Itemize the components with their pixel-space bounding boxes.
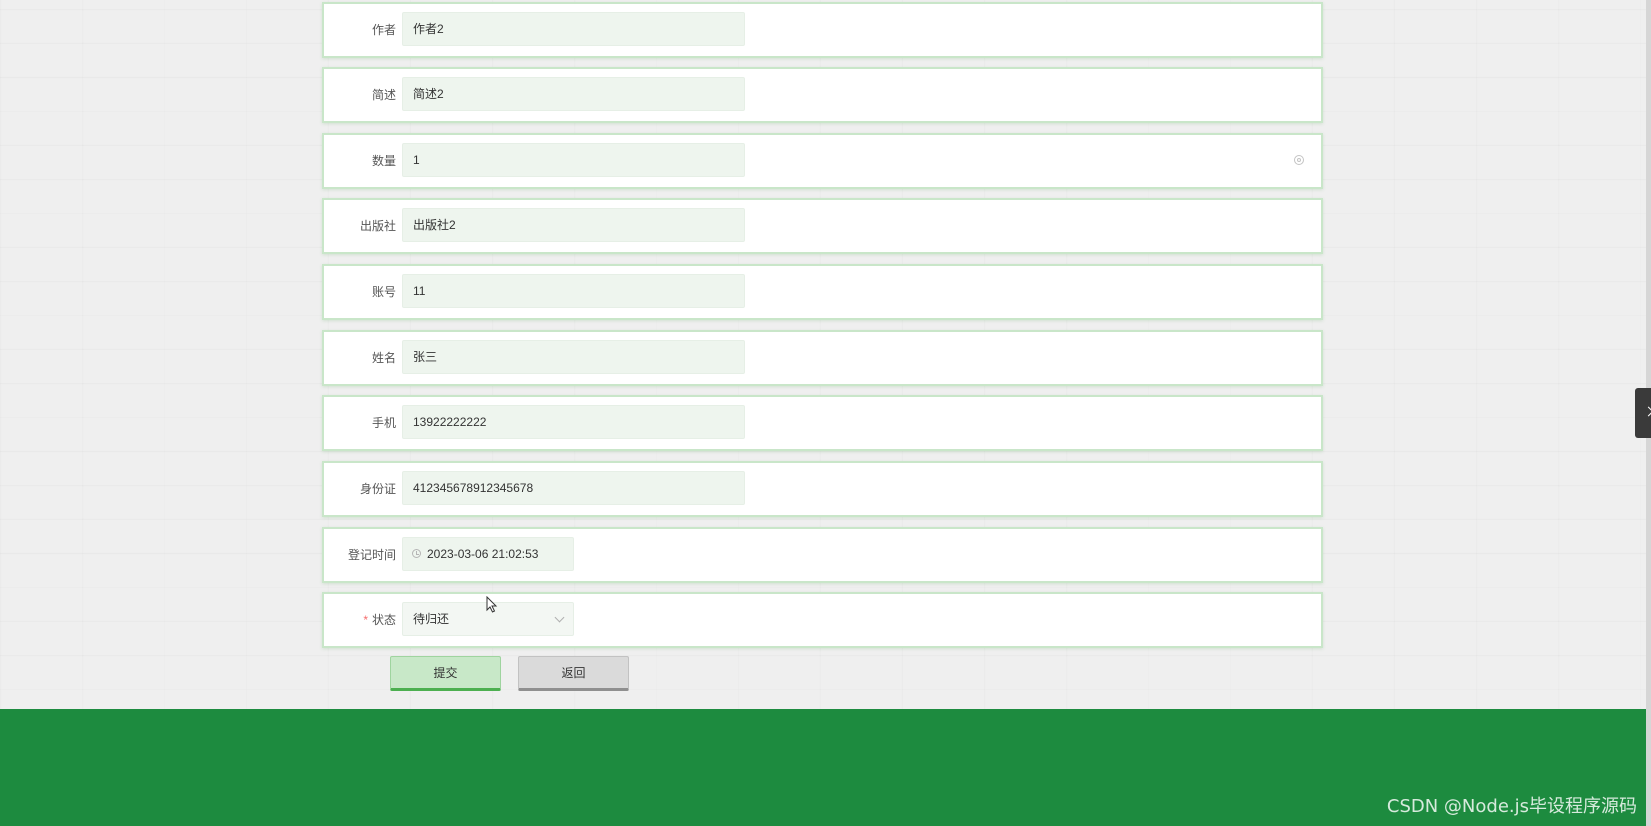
status-label-text: 状态: [371, 613, 396, 627]
summary-label: 简述: [371, 88, 396, 102]
name-input[interactable]: 张三: [402, 340, 745, 374]
form-row-phone: 手机 13922222222: [322, 395, 1323, 451]
register-time-picker[interactable]: 2023-03-06 21:02:53: [402, 537, 574, 571]
stepper-icon[interactable]: [1294, 155, 1304, 165]
id-card-label: 身份证: [359, 482, 396, 496]
mouse-cursor-icon: [486, 596, 498, 613]
watermark: CSDN @Node.js毕设程序源码: [1386, 796, 1637, 817]
chevron-down-icon: [554, 612, 565, 623]
submit-button[interactable]: 提交: [390, 656, 501, 691]
register-time-label: 登记时间: [347, 548, 396, 562]
form-row-name: 姓名 张三: [322, 330, 1323, 386]
form-row-publisher: 出版社 出版社2: [322, 198, 1323, 254]
publisher-input[interactable]: 出版社2: [402, 208, 745, 242]
account-label: 账号: [371, 285, 396, 299]
quantity-input[interactable]: 1: [402, 143, 745, 177]
form-row-quantity: 数量 1: [322, 133, 1323, 189]
author-input[interactable]: 作者2: [402, 12, 745, 46]
form-row-summary: 简述 简述2: [322, 67, 1323, 123]
account-input[interactable]: 11: [402, 274, 745, 308]
register-time-value: 2023-03-06 21:02:53: [427, 547, 539, 561]
status-label: * 状态: [324, 594, 396, 646]
side-toggle-tab[interactable]: [1635, 388, 1651, 438]
id-card-input[interactable]: 412345678912345678: [402, 471, 745, 505]
quantity-label: 数量: [371, 154, 396, 168]
form-row-author: 作者 作者2: [322, 2, 1323, 58]
chevron-right-icon: [1643, 406, 1651, 417]
summary-input[interactable]: 简述2: [402, 77, 745, 111]
phone-label: 手机: [371, 416, 396, 430]
author-label: 作者: [371, 23, 396, 37]
form-row-account: 账号 11: [322, 264, 1323, 320]
back-button[interactable]: 返回: [518, 656, 629, 691]
name-label: 姓名: [371, 351, 396, 365]
form-row-id-card: 身份证 412345678912345678: [322, 461, 1323, 517]
form-row-register-time: 登记时间 2023-03-06 21:02:53: [322, 527, 1323, 583]
publisher-label: 出版社: [359, 219, 396, 233]
form-row-status: * 状态 待归还: [322, 592, 1323, 648]
status-value: 待归还: [413, 612, 450, 626]
phone-input[interactable]: 13922222222: [402, 405, 745, 439]
clock-icon: [412, 549, 421, 558]
required-mark: *: [363, 613, 368, 627]
